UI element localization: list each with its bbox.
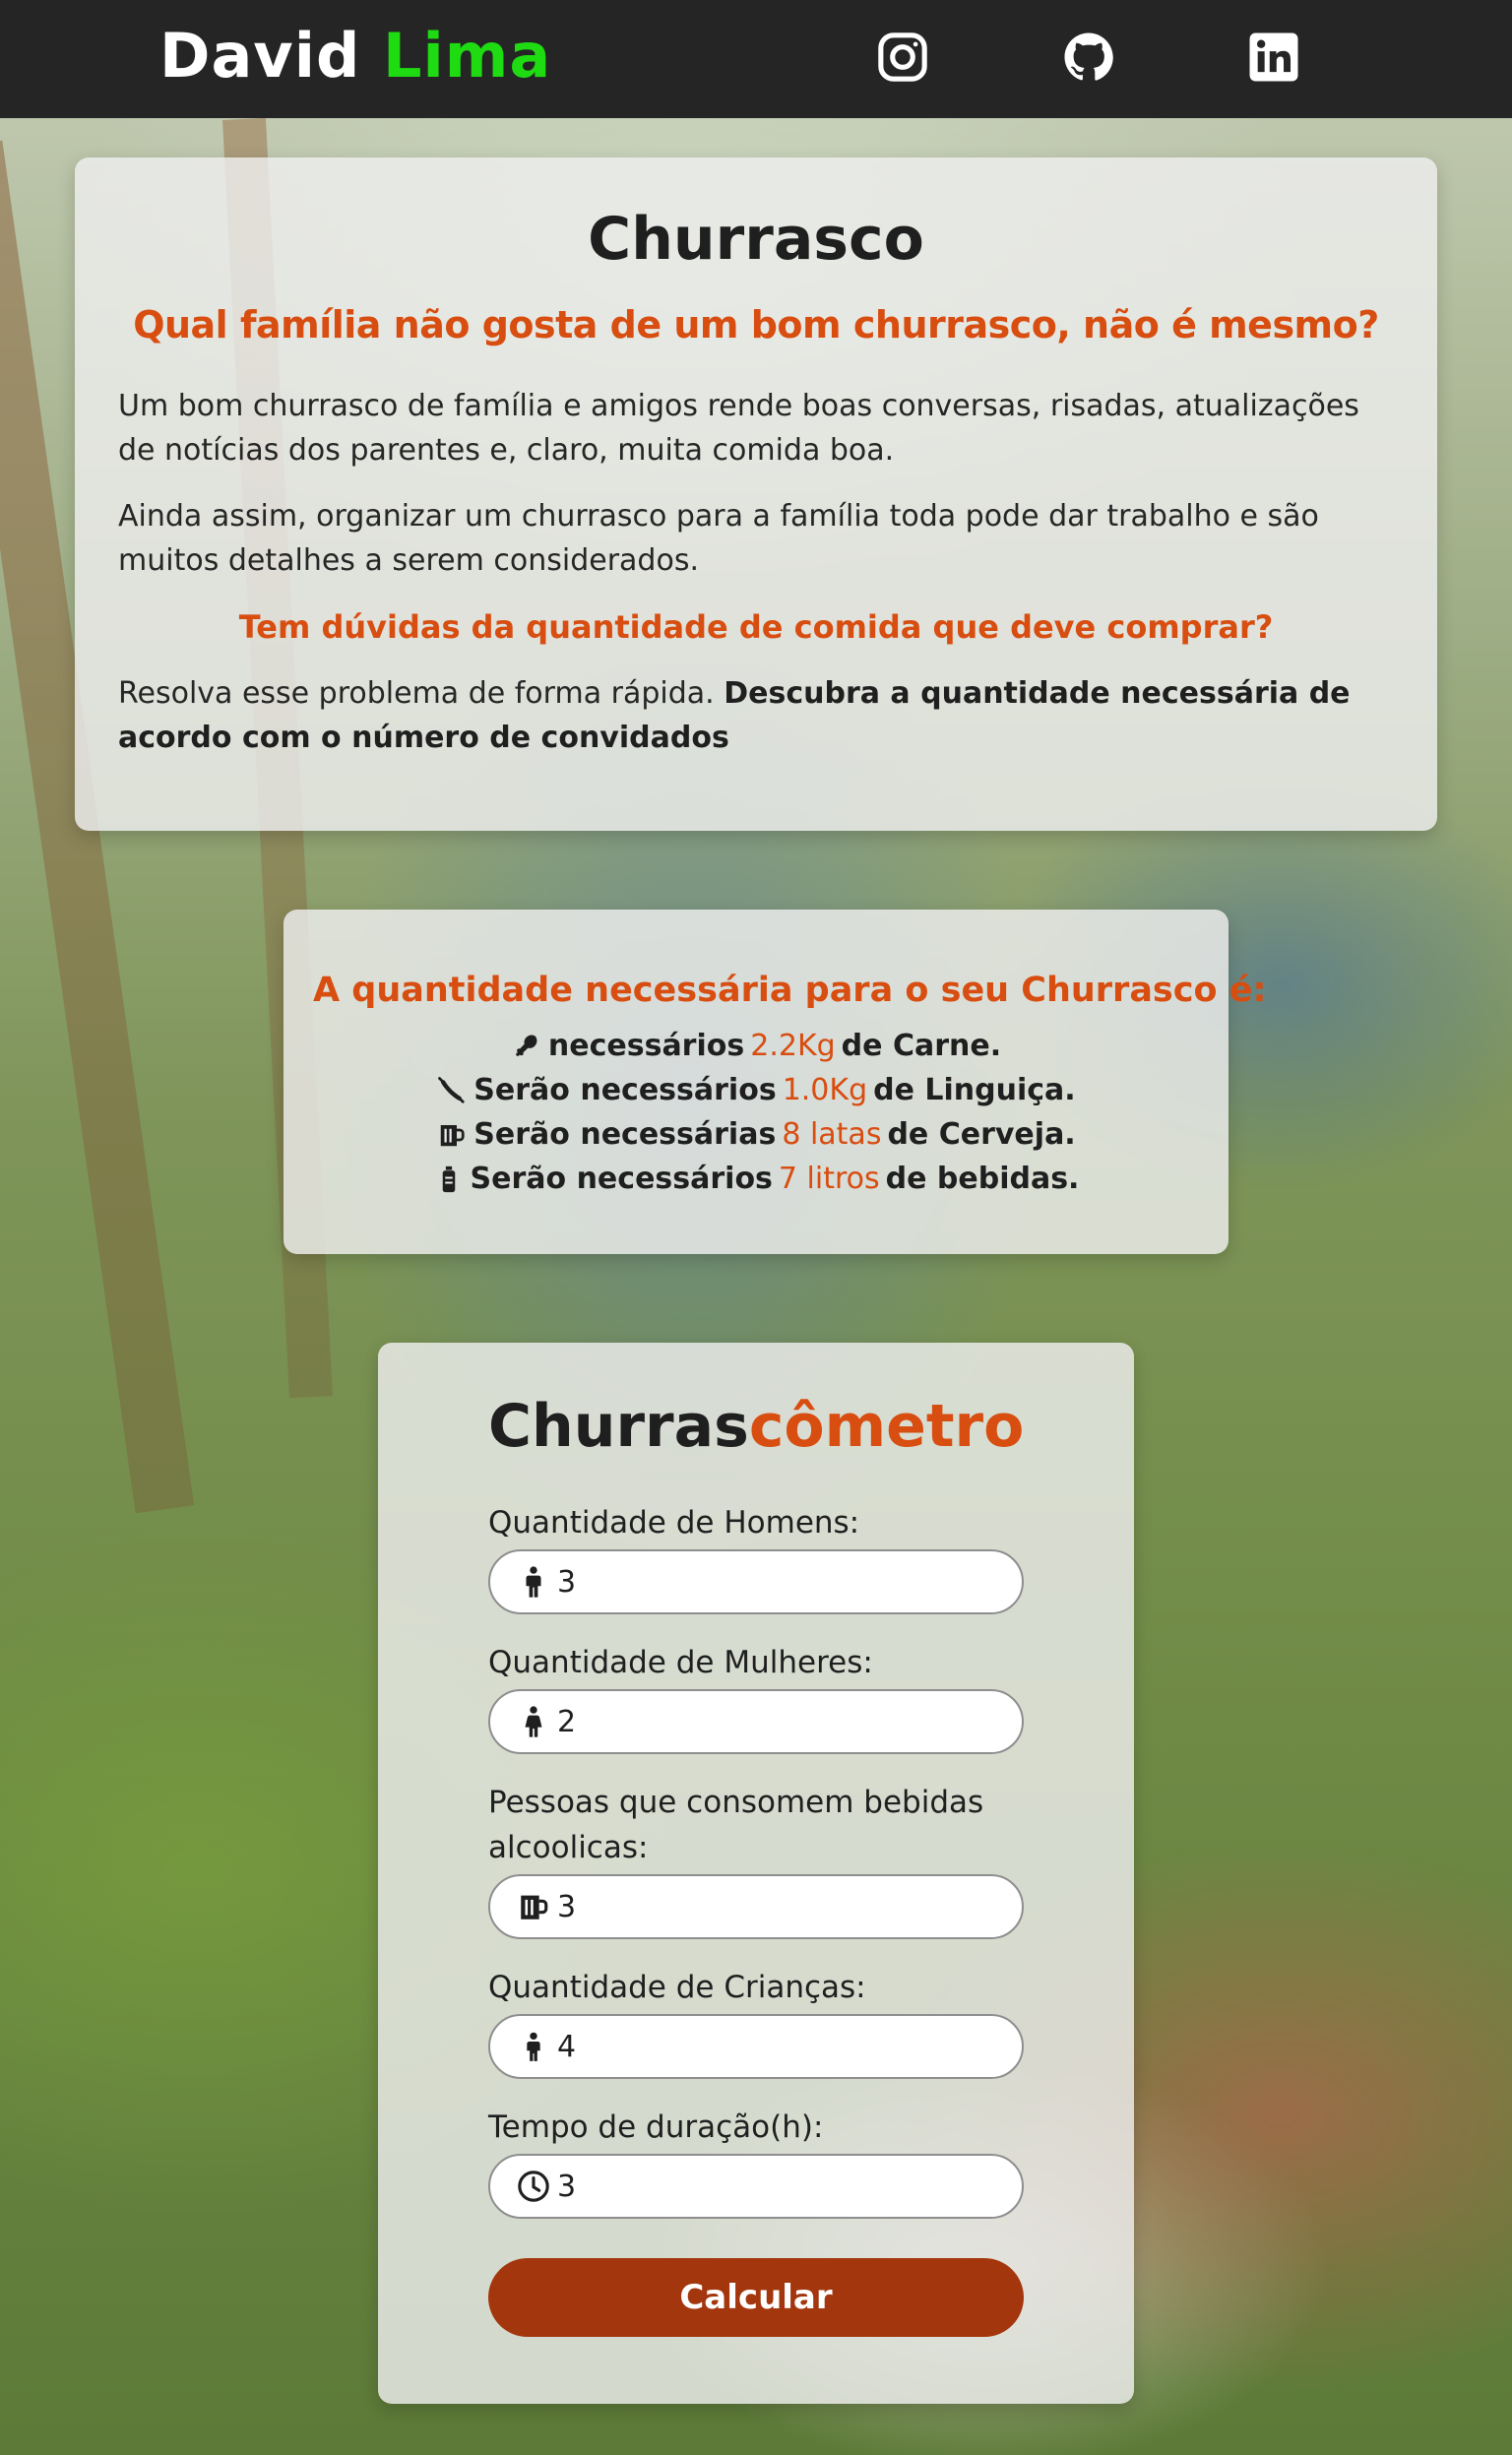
result-prefix: Serão necessários (473, 1073, 777, 1107)
field-alcohol: Pessoas que consomem bebidas alcoolicas: (488, 1780, 1024, 1939)
man-icon (516, 1562, 551, 1602)
result-value: 2.2Kg (750, 1029, 836, 1063)
calculator-title: Churrascômetro (488, 1392, 1024, 1461)
field-label: Quantidade de Mulheres: (488, 1645, 873, 1680)
drumstick-icon (511, 1031, 542, 1062)
top-navbar: David Lima (0, 0, 1512, 118)
result-value: 1.0Kg (782, 1073, 868, 1107)
clock-icon (516, 2167, 551, 2206)
page-title: Churrasco (588, 205, 924, 274)
result-prefix: necessários (547, 1029, 745, 1063)
result-suffix: de Carne. (841, 1029, 1002, 1063)
site-logo[interactable]: David Lima (159, 20, 551, 92)
linkedin-icon (1249, 32, 1298, 82)
men-input-wrapper[interactable] (488, 1549, 1024, 1614)
result-beer: Serão necessárias 8 latas de Cerveja. (313, 1112, 1199, 1157)
field-women: Quantidade de Mulheres: (488, 1640, 1024, 1754)
logo-first-name: David (159, 20, 361, 92)
beer-mug-icon (516, 1887, 551, 1926)
linkedin-link[interactable] (1244, 28, 1303, 87)
result-meat: necessários 2.2Kg de Carne. (313, 1024, 1199, 1068)
result-value: 7 litros (778, 1162, 880, 1196)
result-sausage: Serão necessários 1.0Kg de Linguiça. (313, 1068, 1199, 1112)
women-input-wrapper[interactable] (488, 1689, 1024, 1754)
field-men: Quantidade de Homens: (488, 1500, 1024, 1614)
men-input[interactable] (557, 1564, 990, 1600)
result-suffix: de Cerveja. (887, 1117, 1076, 1152)
results-list: necessários 2.2Kg de Carne. Serão necess… (313, 1024, 1199, 1201)
women-input[interactable] (557, 1704, 990, 1739)
calculate-button[interactable]: Calcular (488, 2258, 1024, 2337)
field-label: Pessoas que consomem bebidas alcoolicas: (488, 1785, 984, 1865)
beer-mug-icon (436, 1119, 468, 1151)
resolve-plain-text: Resolva esse problema de forma rápida. (118, 676, 715, 711)
calculator-card: Churrascômetro Quantidade de Homens: Qua… (378, 1343, 1134, 2404)
results-title: A quantidade necessária para o seu Churr… (313, 971, 1267, 1010)
children-input[interactable] (557, 2029, 990, 2064)
children-input-wrapper[interactable] (488, 2014, 1024, 2079)
field-label: Quantidade de Crianças: (488, 1970, 866, 2005)
github-link[interactable] (1059, 28, 1118, 87)
sausage-icon (436, 1075, 468, 1106)
alcohol-input[interactable] (557, 1889, 990, 1924)
child-icon (516, 2027, 551, 2066)
intro-paragraph-2: Ainda assim, organizar um churrasco para… (118, 499, 1319, 578)
field-children: Quantidade de Crianças: (488, 1965, 1024, 2079)
result-value: 8 latas (782, 1117, 882, 1152)
duration-input[interactable] (557, 2169, 990, 2204)
intro-question: Tem dúvidas da quantidade de comida que … (238, 608, 1274, 646)
instagram-icon (878, 32, 927, 82)
woman-icon (516, 1702, 551, 1741)
result-suffix: de bebidas. (885, 1162, 1080, 1196)
logo-last-name: Lima (382, 20, 552, 92)
intro-subtitle: Qual família não gosta de um bom churras… (133, 303, 1379, 346)
github-icon (1064, 32, 1113, 81)
calculator-title-second: cômetro (748, 1392, 1025, 1461)
alcohol-input-wrapper[interactable] (488, 1874, 1024, 1939)
result-prefix: Serão necessários (470, 1162, 773, 1196)
bottle-icon (433, 1164, 465, 1195)
result-suffix: de Linguiça. (873, 1073, 1076, 1107)
intro-resolve: Resolva esse problema de forma rápida. D… (118, 671, 1394, 760)
calculator-title-first: Churras (488, 1392, 749, 1461)
result-prefix: Serão necessárias (473, 1117, 777, 1152)
field-duration: Tempo de duração(h): (488, 2105, 1024, 2219)
result-drinks: Serão necessários 7 litros de bebidas. (313, 1157, 1199, 1201)
intro-card: Churrasco Qual família não gosta de um b… (75, 157, 1437, 831)
intro-paragraph-1: Um bom churrasco de família e amigos ren… (118, 389, 1359, 468)
duration-input-wrapper[interactable] (488, 2154, 1024, 2219)
results-card: A quantidade necessária para o seu Churr… (284, 910, 1267, 1254)
instagram-link[interactable] (873, 28, 932, 87)
field-label: Quantidade de Homens: (488, 1505, 860, 1541)
field-label: Tempo de duração(h): (488, 2109, 824, 2145)
